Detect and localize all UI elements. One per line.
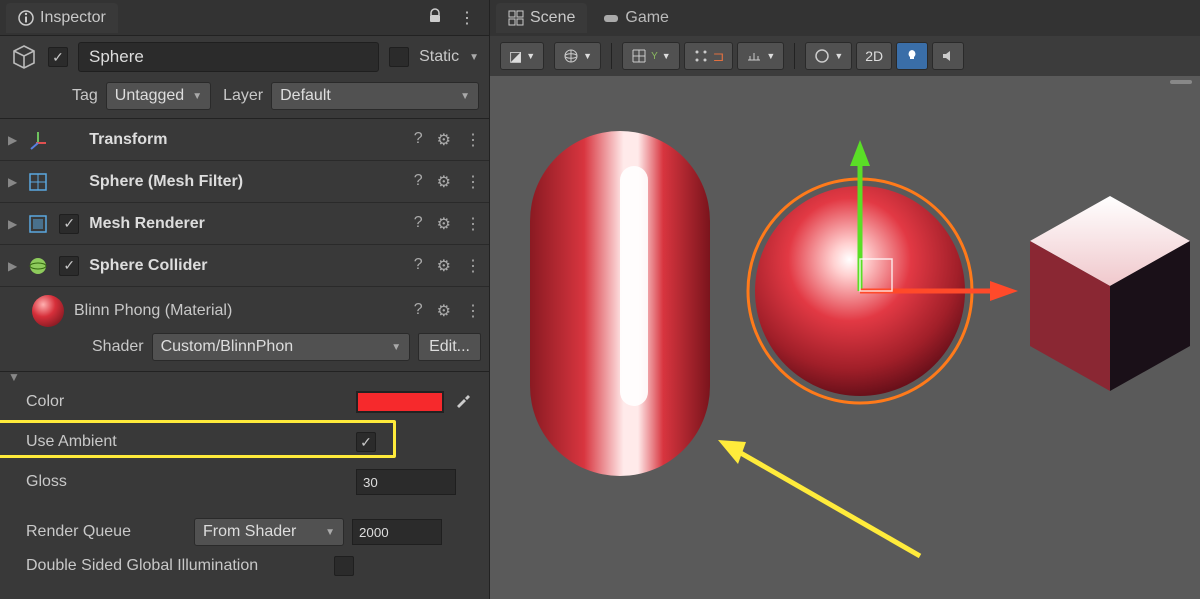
scene-tab[interactable]: Scene: [496, 3, 587, 33]
active-checkbox[interactable]: ✓: [48, 47, 68, 67]
material-name: Blinn Phong (Material): [74, 302, 404, 320]
info-icon: [18, 10, 34, 26]
inspector-tab-label: Inspector: [40, 9, 106, 27]
grid-y-button[interactable]: Y▼: [622, 42, 680, 70]
component-mesh-filter[interactable]: ▶ Sphere (Mesh Filter) ?⚙⋮: [0, 161, 489, 203]
transform-icon: [27, 129, 49, 151]
eyedropper-icon[interactable]: [454, 391, 472, 414]
help-icon[interactable]: ?: [414, 301, 423, 321]
material-preview-icon: [32, 295, 64, 327]
shading-mode-dropdown[interactable]: ◪ ▼: [500, 42, 544, 70]
component-mesh-renderer[interactable]: ▶ ✓ Mesh Renderer ?⚙⋮: [0, 203, 489, 245]
static-label: Static: [419, 48, 459, 66]
draw-mode-dropdown[interactable]: ▼: [554, 42, 601, 70]
render-queue-input[interactable]: [352, 519, 442, 545]
foldout-icon[interactable]: ▶: [8, 217, 17, 231]
scene-toolbar: ◪ ▼ ▼ Y▼ ⊐ ▼ ▼ 2D: [490, 36, 1200, 76]
component-sphere-collider[interactable]: ▶ ✓ Sphere Collider ?⚙⋮: [0, 245, 489, 287]
tag-layer-row: Tag Untagged▼ Layer Default▼: [0, 78, 489, 119]
help-icon[interactable]: ?: [414, 256, 423, 276]
tag-dropdown[interactable]: Untagged▼: [106, 82, 211, 110]
shader-edit-button[interactable]: Edit...: [418, 333, 481, 361]
prop-color: Color: [26, 386, 477, 418]
layer-label: Layer: [223, 87, 263, 105]
prop-use-ambient: Use Ambient ✓: [26, 426, 477, 458]
dsgi-checkbox[interactable]: [334, 556, 354, 576]
lighting-toggle[interactable]: [896, 42, 928, 70]
mesh-renderer-icon: [27, 213, 49, 235]
kebab-icon[interactable]: ⋮: [451, 4, 483, 32]
kebab-icon[interactable]: ⋮: [465, 130, 481, 150]
scene-viewport[interactable]: [490, 76, 1200, 599]
static-checkbox[interactable]: [389, 47, 409, 67]
prop-gloss: Gloss: [26, 466, 477, 498]
component-transform[interactable]: ▶ Transform ?⚙⋮: [0, 119, 489, 161]
preset-icon[interactable]: ⚙: [437, 130, 451, 150]
dsgi-row: Double Sided Global Illumination: [0, 550, 489, 580]
scene-tabs: Scene Game: [490, 0, 1200, 36]
foldout-icon[interactable]: ▶: [8, 175, 17, 189]
help-icon[interactable]: ?: [414, 130, 423, 150]
game-tab[interactable]: Game: [591, 3, 681, 33]
foldout-icon[interactable]: ▶: [8, 259, 17, 273]
sphere-collider-icon: [27, 255, 49, 277]
gamepad-icon: [603, 10, 619, 26]
inspector-tabs: Inspector ⋮: [0, 0, 489, 36]
gloss-input[interactable]: [356, 469, 456, 495]
kebab-icon[interactable]: ⋮: [465, 214, 481, 234]
object-name-input[interactable]: [78, 42, 379, 72]
layer-dropdown[interactable]: Default▼: [271, 82, 479, 110]
skybox-toggle[interactable]: ▼: [805, 42, 852, 70]
shader-dropdown[interactable]: Custom/BlinnPhon▼: [152, 333, 411, 361]
scene-icon: [508, 10, 524, 26]
object-header: ✓ Static ▼: [0, 36, 489, 78]
collider-enable-checkbox[interactable]: ✓: [59, 256, 79, 276]
renderer-enable-checkbox[interactable]: ✓: [59, 214, 79, 234]
preset-icon[interactable]: ⚙: [437, 172, 451, 192]
preset-icon[interactable]: ⚙: [437, 301, 451, 321]
use-ambient-checkbox[interactable]: ✓: [356, 432, 376, 452]
render-queue-row: Render Queue From Shader▼: [0, 512, 489, 550]
scene-panel: Scene Game ◪ ▼ ▼ Y▼ ⊐: [490, 0, 1200, 599]
kebab-icon[interactable]: ⋮: [465, 301, 481, 321]
cube-icon: [10, 43, 38, 71]
help-icon[interactable]: ?: [414, 172, 423, 192]
snap-increment-button[interactable]: ▼: [737, 42, 784, 70]
help-icon[interactable]: ?: [414, 214, 423, 234]
kebab-icon[interactable]: ⋮: [465, 172, 481, 192]
mesh-filter-icon: [27, 171, 49, 193]
foldout-icon[interactable]: ▶: [8, 133, 17, 147]
render-queue-dropdown[interactable]: From Shader▼: [194, 518, 344, 546]
inspector-panel: Inspector ⋮ ✓ Static ▼ Tag Untagged▼ Lay…: [0, 0, 490, 599]
preset-icon[interactable]: ⚙: [437, 214, 451, 234]
color-swatch[interactable]: [356, 391, 444, 413]
material-properties: Color Use Ambient ✓ Gloss: [0, 372, 489, 504]
audio-toggle[interactable]: [932, 42, 964, 70]
lock-icon[interactable]: [419, 4, 451, 31]
tag-label: Tag: [72, 87, 98, 105]
shader-label: Shader: [92, 338, 144, 356]
inspector-tab[interactable]: Inspector: [6, 3, 118, 33]
2d-toggle[interactable]: 2D: [856, 42, 892, 70]
shader-row: Shader Custom/BlinnPhon▼ Edit...: [0, 327, 489, 372]
static-dropdown[interactable]: ▼: [469, 52, 479, 63]
preset-icon[interactable]: ⚙: [437, 256, 451, 276]
material-header[interactable]: Blinn Phong (Material) ? ⚙ ⋮: [0, 287, 489, 327]
kebab-icon[interactable]: ⋮: [465, 256, 481, 276]
snap-grid-button[interactable]: ⊐: [684, 42, 734, 70]
overlay-handle[interactable]: [1170, 80, 1192, 84]
